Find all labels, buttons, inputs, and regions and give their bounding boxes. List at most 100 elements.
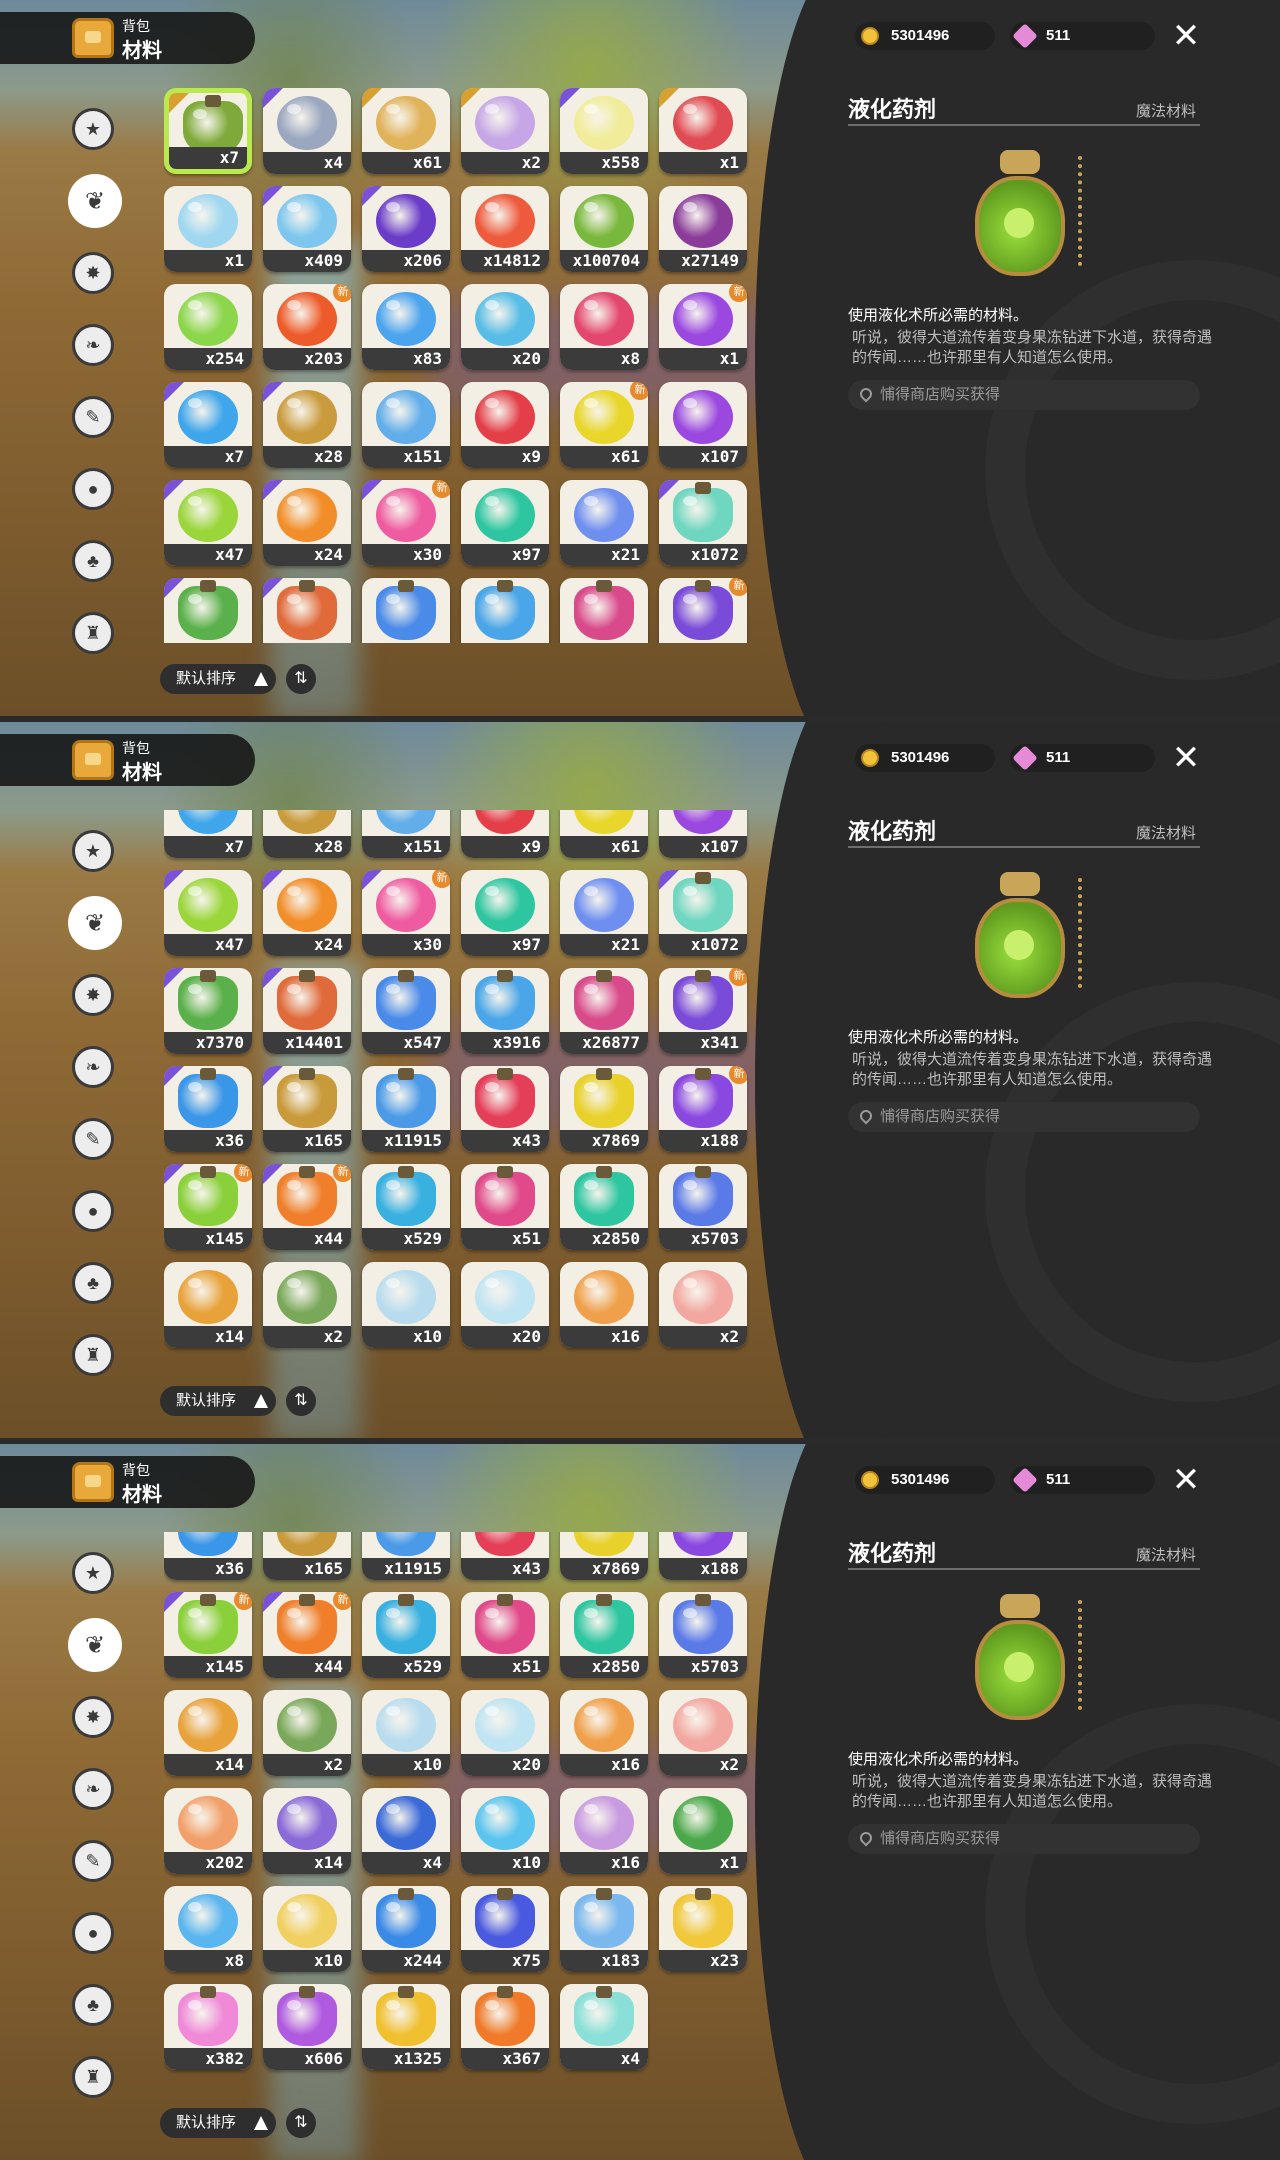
inventory-slot[interactable]: x23 (659, 1886, 747, 1972)
bag-tab[interactable]: 背包 材料 (0, 1456, 255, 1508)
inventory-slot[interactable]: x14 (164, 1262, 252, 1348)
acorn-category-tab[interactable]: ♣ (72, 1984, 114, 2026)
scroll-category-tab[interactable]: ✎ (72, 396, 114, 438)
inventory-slot[interactable]: x47 (164, 870, 252, 956)
inventory-slot[interactable]: x145 新 (164, 1164, 252, 1250)
inventory-slot[interactable]: x2 (659, 1262, 747, 1348)
inventory-slot[interactable]: x254 (164, 284, 252, 370)
bag-tab[interactable]: 背包 材料 (0, 734, 255, 786)
inventory-slot[interactable]: x206 (362, 186, 450, 272)
inventory-slot[interactable]: x44 新 (263, 1164, 351, 1250)
inventory-slot[interactable] (461, 578, 549, 643)
inventory-slot[interactable]: x26877 (560, 968, 648, 1054)
inventory-slot[interactable]: x11915 (362, 1532, 450, 1580)
leaf-category-tab[interactable]: ❦ (68, 896, 122, 950)
acorn-category-tab[interactable]: ♣ (72, 540, 114, 582)
burst-category-tab[interactable]: ✸ (72, 1696, 114, 1738)
sort-order-button[interactable]: ⇅ (286, 1386, 316, 1416)
inventory-slot[interactable]: x100704 (560, 186, 648, 272)
inventory-slot[interactable]: x606 (263, 1984, 351, 2070)
ball-category-tab[interactable]: ● (72, 1912, 114, 1954)
bag-tab[interactable]: 背包 材料 (0, 12, 255, 64)
sort-order-button[interactable]: ⇅ (286, 664, 316, 694)
inventory-slot[interactable]: x151 (362, 810, 450, 858)
star-category-tab[interactable]: ★ (72, 830, 114, 872)
inventory-slot[interactable]: x107 (659, 382, 747, 468)
inventory-slot[interactable]: x51 (461, 1164, 549, 1250)
inventory-slot[interactable]: x9 (461, 810, 549, 858)
inventory-slot[interactable]: x14401 (263, 968, 351, 1054)
inventory-slot[interactable]: x24 (263, 870, 351, 956)
sort-button[interactable]: 默认排序 (160, 664, 276, 694)
inventory-slot[interactable]: x1325 (362, 1984, 450, 2070)
inventory-slot[interactable]: x7869 (560, 1066, 648, 1152)
inventory-slot[interactable]: x20 (461, 1262, 549, 1348)
inventory-slot[interactable]: x529 (362, 1164, 450, 1250)
inventory-slot[interactable]: x16 (560, 1262, 648, 1348)
inventory-slot[interactable]: x24 (263, 480, 351, 566)
inventory-slot[interactable]: x27149 (659, 186, 747, 272)
leaf-category-tab[interactable]: ❦ (68, 1618, 122, 1672)
scroll-category-tab[interactable]: ✎ (72, 1118, 114, 1160)
inventory-slot[interactable]: x5703 (659, 1164, 747, 1250)
inventory-slot[interactable]: x145 新 (164, 1592, 252, 1678)
inventory-slot[interactable]: x1 (164, 186, 252, 272)
sprout-category-tab[interactable]: ❧ (72, 1768, 114, 1810)
furniture-category-tab[interactable]: ♜ (72, 2056, 114, 2098)
inventory-slot[interactable]: x28 (263, 382, 351, 468)
inventory-slot[interactable]: x10 (362, 1690, 450, 1776)
scroll-category-tab[interactable]: ✎ (72, 1840, 114, 1882)
furniture-category-tab[interactable]: ♜ (72, 1334, 114, 1376)
inventory-slot[interactable]: x2850 (560, 1592, 648, 1678)
inventory-slot[interactable] (263, 578, 351, 643)
inventory-slot[interactable]: x7 (164, 382, 252, 468)
sort-order-button[interactable]: ⇅ (286, 2108, 316, 2138)
inventory-slot[interactable]: x2 (263, 1690, 351, 1776)
inventory-slot[interactable]: x14 (263, 1788, 351, 1874)
inventory-slot[interactable]: x5703 (659, 1592, 747, 1678)
leaf-category-tab[interactable]: ❦ (68, 174, 122, 228)
furniture-category-tab[interactable]: ♜ (72, 612, 114, 654)
inventory-slot[interactable]: x10 (362, 1262, 450, 1348)
inventory-slot[interactable]: 新 (659, 578, 747, 643)
star-category-tab[interactable]: ★ (72, 108, 114, 150)
inventory-slot[interactable]: x7370 (164, 968, 252, 1054)
inventory-slot[interactable]: x43 (461, 1532, 549, 1580)
inventory-slot[interactable]: x151 (362, 382, 450, 468)
inventory-slot[interactable]: x43 (461, 1066, 549, 1152)
inventory-slot[interactable]: x30 新 (362, 870, 450, 956)
inventory-slot[interactable]: x16 (560, 1788, 648, 1874)
inventory-slot[interactable]: x341 新 (659, 968, 747, 1054)
inventory-slot[interactable]: x44 新 (263, 1592, 351, 1678)
sort-button[interactable]: 默认排序 (160, 1386, 276, 1416)
sprout-category-tab[interactable]: ❧ (72, 324, 114, 366)
inventory-slot[interactable]: x409 (263, 186, 351, 272)
inventory-slot[interactable]: x529 (362, 1592, 450, 1678)
ball-category-tab[interactable]: ● (72, 468, 114, 510)
inventory-slot[interactable]: x183 (560, 1886, 648, 1972)
acorn-category-tab[interactable]: ♣ (72, 1262, 114, 1304)
close-icon[interactable]: ✕ (1168, 18, 1204, 54)
inventory-slot[interactable]: x7869 (560, 1532, 648, 1580)
inventory-slot[interactable]: x28 (263, 810, 351, 858)
inventory-slot[interactable] (560, 578, 648, 643)
inventory-slot[interactable]: x8 (164, 1886, 252, 1972)
inventory-slot[interactable]: x165 (263, 1532, 351, 1580)
inventory-slot[interactable]: x47 (164, 480, 252, 566)
inventory-slot[interactable]: x75 (461, 1886, 549, 1972)
inventory-slot[interactable]: x14812 (461, 186, 549, 272)
inventory-slot[interactable]: x61 (362, 88, 450, 174)
inventory-slot[interactable]: x1072 (659, 870, 747, 956)
star-category-tab[interactable]: ★ (72, 1552, 114, 1594)
inventory-slot[interactable]: x8 (560, 284, 648, 370)
inventory-slot[interactable]: x30 新 (362, 480, 450, 566)
inventory-slot[interactable]: x107 (659, 810, 747, 858)
burst-category-tab[interactable]: ✸ (72, 974, 114, 1016)
inventory-slot[interactable]: x367 (461, 1984, 549, 2070)
inventory-slot[interactable]: x3916 (461, 968, 549, 1054)
inventory-slot[interactable]: x7 (164, 88, 252, 174)
inventory-slot[interactable]: x14 (164, 1690, 252, 1776)
burst-category-tab[interactable]: ✸ (72, 252, 114, 294)
inventory-slot[interactable]: x10 (461, 1788, 549, 1874)
inventory-slot[interactable]: x382 (164, 1984, 252, 2070)
